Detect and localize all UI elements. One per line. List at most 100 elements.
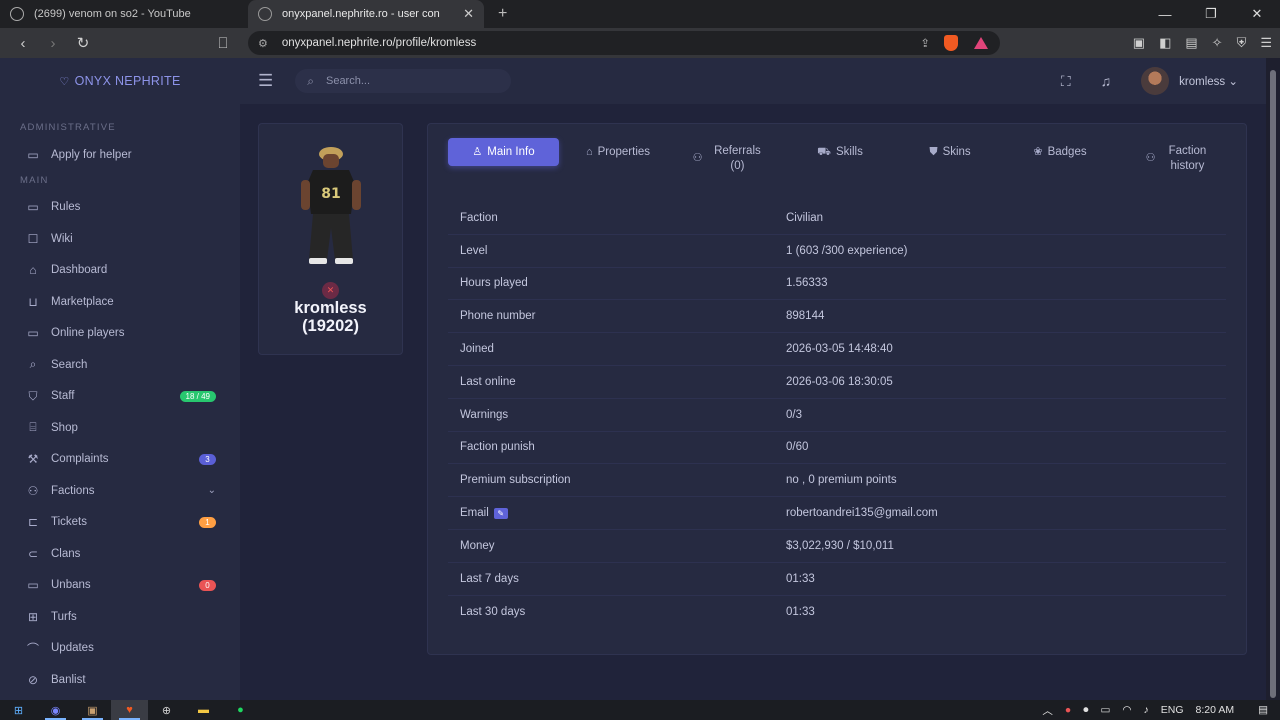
tab-label: Referrals (0) [714,145,761,172]
show-hidden-icons-icon[interactable]: ︿ [1042,703,1053,718]
file-explorer-icon[interactable]: ▬ [185,700,222,720]
browser-tab-youtube[interactable]: (2699) venom on so2 - YouTube [0,0,248,28]
microphone-icon[interactable]: ⏺ [1083,704,1088,717]
battery-icon[interactable]: ▭ [1100,704,1110,716]
search-icon: ⌕ [307,73,314,88]
info-row-phone: Phone number 898144 [448,300,1226,334]
history-icon: ⚇ [1145,152,1156,164]
search-input[interactable]: ⌕ Search... [295,69,512,93]
sidebar-item-clans[interactable]: ⊂ Clans [0,538,240,570]
close-tab-icon[interactable]: ✕ [463,6,474,22]
shield-icon: ⛉ [28,388,38,403]
discord-icon[interactable]: ◉ [37,700,74,720]
brave-rewards-icon[interactable] [974,37,988,49]
info-row-last-7-days: Last 7 days 01:33 [448,563,1226,596]
profile-name: kromless (19202) [259,299,402,335]
profile-info-card: ♙ Main Info ⌂ Properties ⚇ Referrals (0)… [427,123,1247,655]
globe-icon [258,7,272,21]
wallet-icon[interactable]: ▤ [1185,35,1197,51]
info-key: Phone number [460,310,536,323]
sidebar-item-dashboard[interactable]: ⌂ Dashboard [0,255,240,287]
reload-icon[interactable]: ↻ [68,28,98,58]
sidebar-item-label: Complaints [51,453,109,466]
steam-icon[interactable]: ⊕ [148,700,185,720]
clock[interactable]: 8:20 AM [1196,704,1235,716]
edit-email-icon[interactable]: ✎ [493,507,508,519]
sidebar-item-rules[interactable]: ▭ Rules [0,192,240,224]
new-tab-icon[interactable]: + [498,5,507,23]
back-icon[interactable]: ‹ [8,28,38,58]
sidebar-item-banlist[interactable]: ⊘ Banlist [0,664,240,696]
updates-icon: ⌒ [26,641,39,656]
site-settings-icon[interactable]: ⚙ [258,37,268,50]
restore-icon[interactable]: ❐ [1188,0,1234,28]
language-indicator[interactable]: ENG [1161,704,1184,716]
fullscreen-icon[interactable]: ⛶ [1061,73,1071,90]
bell-icon[interactable]: ♫ [1101,73,1112,89]
tab-properties[interactable]: ⌂ Properties [568,138,668,166]
menu-icon[interactable]: ☰ [1260,35,1272,51]
tab-badges[interactable]: ❀ Badges [1010,138,1110,166]
sidebar-item-complaints[interactable]: ⚒ Complaints 3 [0,444,240,476]
forward-icon[interactable]: › [38,28,68,58]
minimize-icon[interactable]: — [1142,0,1188,28]
leo-ai-icon[interactable]: ✧ [1212,35,1223,51]
brand-logo[interactable]: ♡ ONYX NEPHRITE [0,58,240,104]
bookmark-icon[interactable]: ⎕ [208,28,238,58]
address-bar[interactable]: ⚙ onyxpanel.nephrite.ro/profile/kromless… [248,31,1000,55]
sidebar-item-marketplace[interactable]: ⊔ Marketplace [0,286,240,318]
sidebar-icon[interactable]: ◧ [1159,35,1171,51]
page-scrollbar[interactable] [1266,58,1280,700]
sidebar-item-shop[interactable]: ⌸ Shop [0,412,240,444]
vpn-icon[interactable]: ⛨ [1237,35,1247,51]
users-icon: ⚇ [27,483,39,498]
loading-icon [10,7,24,21]
notifications-icon[interactable]: ▤ [1258,704,1268,716]
topbar-actions: ⛶ ♫ kromless ⌄ [1061,58,1266,104]
sidebar-item-search[interactable]: ⌕ Search [0,349,240,381]
email-label: Email [460,507,489,520]
sidebar-item-tickets[interactable]: ⊏ Tickets 1 [0,507,240,539]
tab-main-info[interactable]: ♙ Main Info [448,138,559,166]
bank-icon: ⌂ [585,145,593,158]
sidebar-item-factions[interactable]: ⚇ Factions ⌄ [0,475,240,507]
sidebar-item-updates[interactable]: ⌒ Updates [0,633,240,665]
game-launcher-icon[interactable]: ▣ [74,700,111,720]
sidebar-item-turfs[interactable]: ⊞ Turfs [0,601,240,633]
spotify-icon[interactable]: ● [222,700,259,720]
user-menu[interactable]: kromless ⌄ [1179,74,1238,88]
close-window-icon[interactable]: ✕ [1234,0,1280,28]
sidebar-item-apply-helper[interactable]: ▭ Apply for helper [0,139,240,171]
sidebar-item-label: Wiki [51,232,73,245]
brave-browser-icon[interactable]: ♥ [111,700,148,720]
avatar[interactable] [1141,67,1170,95]
tab-title: onyxpanel.nephrite.ro - user con [282,8,440,20]
tab-referrals[interactable]: ⚇ Referrals (0) [680,138,780,178]
tray-app-icon[interactable]: ● [1065,704,1071,716]
screenshot-icon[interactable]: ▣ [1133,35,1145,51]
info-row-money: Money $3,022,930 / $10,011 [448,530,1226,563]
tab-skills[interactable]: ⛟ Skills [790,138,890,166]
share-icon[interactable]: ⇪ [920,36,930,50]
scrollbar-thumb[interactable] [1270,70,1276,698]
tab-skins[interactable]: ⛊ Skins [900,138,1000,166]
info-value: robertoandrei135@gmail.com [786,507,938,520]
info-row-hours-played: Hours played 1.56333 [448,268,1226,301]
tab-faction-history[interactable]: ⚇ Faction history [1130,138,1230,178]
sidebar-item-label: Online players [51,327,125,340]
info-row-joined: Joined 2026-03-05 14:48:40 [448,333,1226,366]
wifi-icon[interactable]: ◠ [1122,704,1131,716]
sidebar-item-staff[interactable]: ⛉ Staff 18 / 49 [0,381,240,413]
hamburger-menu-icon[interactable]: ☰ [258,71,273,91]
sidebar-item-online-players[interactable]: ▭ Online players [0,318,240,350]
windows-start-icon[interactable]: ⊞ [0,700,37,720]
sidebar-item-unbans[interactable]: ▭ Unbans 0 [0,570,240,602]
brave-shields-icon[interactable] [944,35,958,51]
sidebar-item-label: Factions [51,484,95,497]
sidebar-item-label: Marketplace [51,295,114,308]
complaints-count-badge: 3 [199,453,216,465]
volume-icon[interactable]: ♪ [1144,704,1149,716]
browser-tab-onyxpanel[interactable]: onyxpanel.nephrite.ro - user con ✕ [248,0,484,28]
sidebar-item-wiki[interactable]: ☐ Wiki [0,223,240,255]
system-tray: ︿ ● ⏺ ▭ ◠ ♪ ENG 8:20 AM ▤ [1042,700,1280,720]
